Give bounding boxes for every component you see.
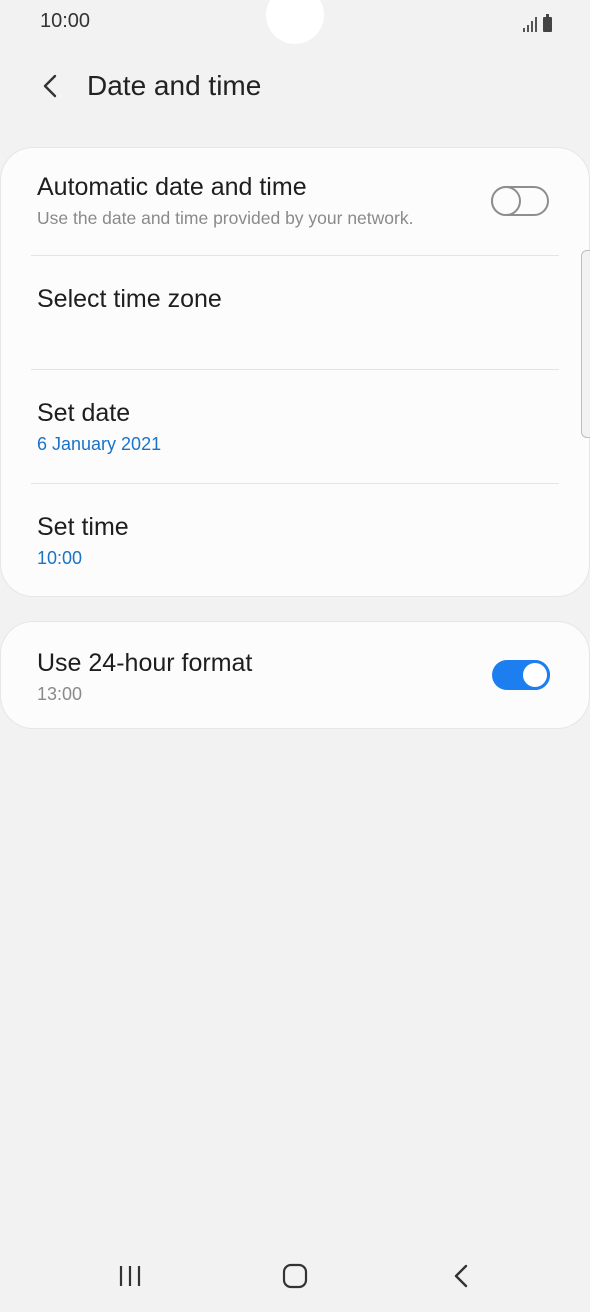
screen: 10:00 Date and time Automatic date and t… [0, 0, 590, 1312]
setting-subtitle: Use the date and time provided by your n… [37, 208, 414, 228]
divider [31, 255, 559, 256]
status-bar: 10:00 [0, 0, 590, 46]
nav-back-button[interactable] [430, 1254, 490, 1298]
divider [31, 369, 559, 370]
chevron-left-icon [43, 74, 57, 98]
divider [31, 483, 559, 484]
recent-apps-icon [119, 1266, 141, 1286]
setting-value: 6 January 2021 [37, 434, 162, 454]
toggle-knob [491, 186, 521, 216]
signal-icon [523, 16, 537, 32]
status-icons [523, 12, 552, 32]
setting-title: Select time zone [37, 285, 222, 313]
automatic-date-time-toggle[interactable] [491, 186, 549, 216]
home-button[interactable] [265, 1254, 325, 1298]
setting-title: Automatic date and time [37, 173, 307, 201]
24-hour-format-toggle[interactable] [492, 660, 550, 690]
setting-automatic-date-time[interactable]: Automatic date and time Use the date and… [37, 172, 559, 256]
setting-title: Set time [37, 513, 129, 541]
battery-icon [543, 14, 552, 32]
setting-title: Set date [37, 399, 131, 427]
scroll-indicator[interactable] [581, 250, 590, 438]
home-icon [282, 1263, 308, 1289]
back-button[interactable] [28, 64, 72, 108]
toggle-knob [520, 660, 550, 690]
recent-apps-button[interactable] [100, 1254, 160, 1298]
setting-set-date[interactable]: Set date 6 January 2021 [37, 398, 559, 478]
page-title: Date and time [87, 70, 262, 101]
app-header: Date and time [0, 58, 590, 118]
back-icon [454, 1264, 468, 1288]
settings-card-date-time: Automatic date and time Use the date and… [1, 148, 589, 596]
setting-value: 10:00 [37, 548, 83, 568]
settings-card-format: Use 24-hour format 13:00 [1, 622, 589, 728]
camera-notch [266, 0, 324, 44]
setting-select-time-zone[interactable]: Select time zone [37, 284, 559, 364]
setting-subtitle: 13:00 [37, 684, 83, 704]
status-time: 10:00 [40, 10, 91, 32]
setting-set-time[interactable]: Set time 10:00 [37, 512, 559, 592]
navigation-bar [0, 1240, 590, 1312]
setting-title: Use 24-hour format [37, 649, 253, 677]
setting-24-hour-format[interactable]: Use 24-hour format 13:00 [37, 648, 559, 708]
